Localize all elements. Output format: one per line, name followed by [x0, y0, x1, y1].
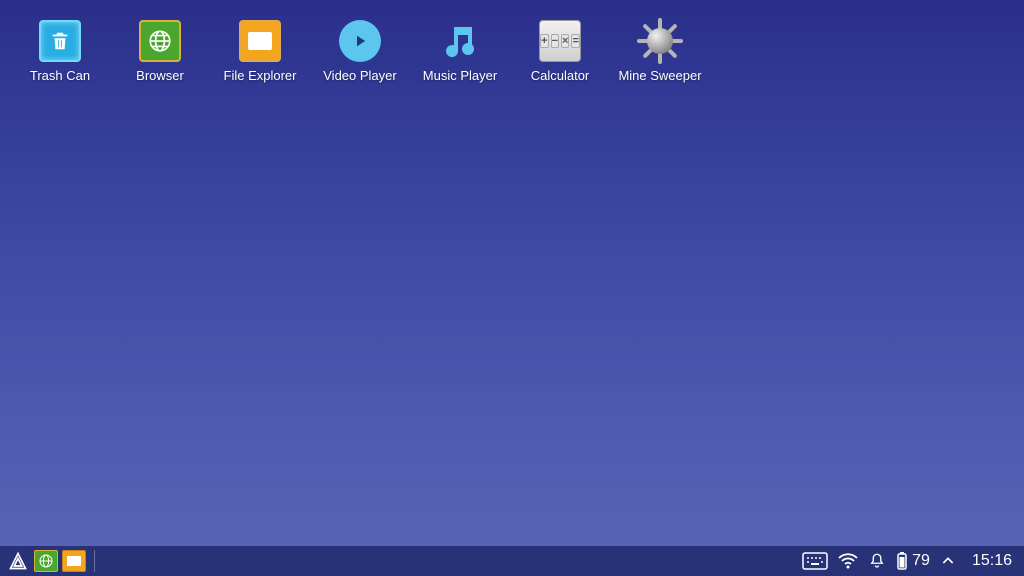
taskbar-left: [6, 546, 99, 576]
globe-icon: [139, 20, 181, 62]
desktop-icon-label: File Explorer: [224, 68, 297, 83]
chevron-up-icon[interactable]: [940, 553, 956, 569]
system-tray: 79 15:16: [802, 551, 1018, 571]
trash-icon: [39, 20, 81, 62]
bell-icon[interactable]: [868, 552, 886, 570]
desktop-icon-label: Browser: [136, 68, 184, 83]
clock[interactable]: 15:16: [966, 552, 1018, 570]
desktop-icon-file-explorer[interactable]: File Explorer: [210, 20, 310, 83]
taskbar-separator: [94, 550, 95, 572]
desktop-icon-label: Music Player: [423, 68, 497, 83]
desktop-icon-calculator[interactable]: +−×= Calculator: [510, 20, 610, 83]
desktop-icon-mine-sweeper[interactable]: Mine Sweeper: [610, 20, 710, 83]
music-note-icon: [439, 20, 481, 62]
wifi-icon[interactable]: [838, 553, 858, 569]
taskbar-file-explorer-button[interactable]: [62, 550, 86, 572]
calculator-icon: +−×=: [539, 20, 581, 62]
battery-indicator[interactable]: 79: [896, 551, 930, 571]
desktop: Trash Can Browser File Explorer Video Pl…: [0, 0, 1024, 546]
play-icon: [339, 20, 381, 62]
folder-icon: [239, 20, 281, 62]
desktop-icon-video-player[interactable]: Video Player: [310, 20, 410, 83]
keyboard-icon[interactable]: [802, 552, 828, 570]
start-button[interactable]: [6, 550, 30, 572]
desktop-icon-music-player[interactable]: Music Player: [410, 20, 510, 83]
taskbar-browser-button[interactable]: [34, 550, 58, 572]
taskbar: 79 15:16: [0, 546, 1024, 576]
desktop-icon-browser[interactable]: Browser: [110, 20, 210, 83]
desktop-icon-label: Calculator: [531, 68, 590, 83]
battery-percent: 79: [912, 552, 930, 570]
desktop-icon-label: Video Player: [323, 68, 396, 83]
desktop-icon-label: Mine Sweeper: [618, 68, 701, 83]
mine-icon: [639, 20, 681, 62]
desktop-icon-trash-can[interactable]: Trash Can: [10, 20, 110, 83]
battery-icon: [896, 551, 908, 571]
desktop-icon-label: Trash Can: [30, 68, 90, 83]
